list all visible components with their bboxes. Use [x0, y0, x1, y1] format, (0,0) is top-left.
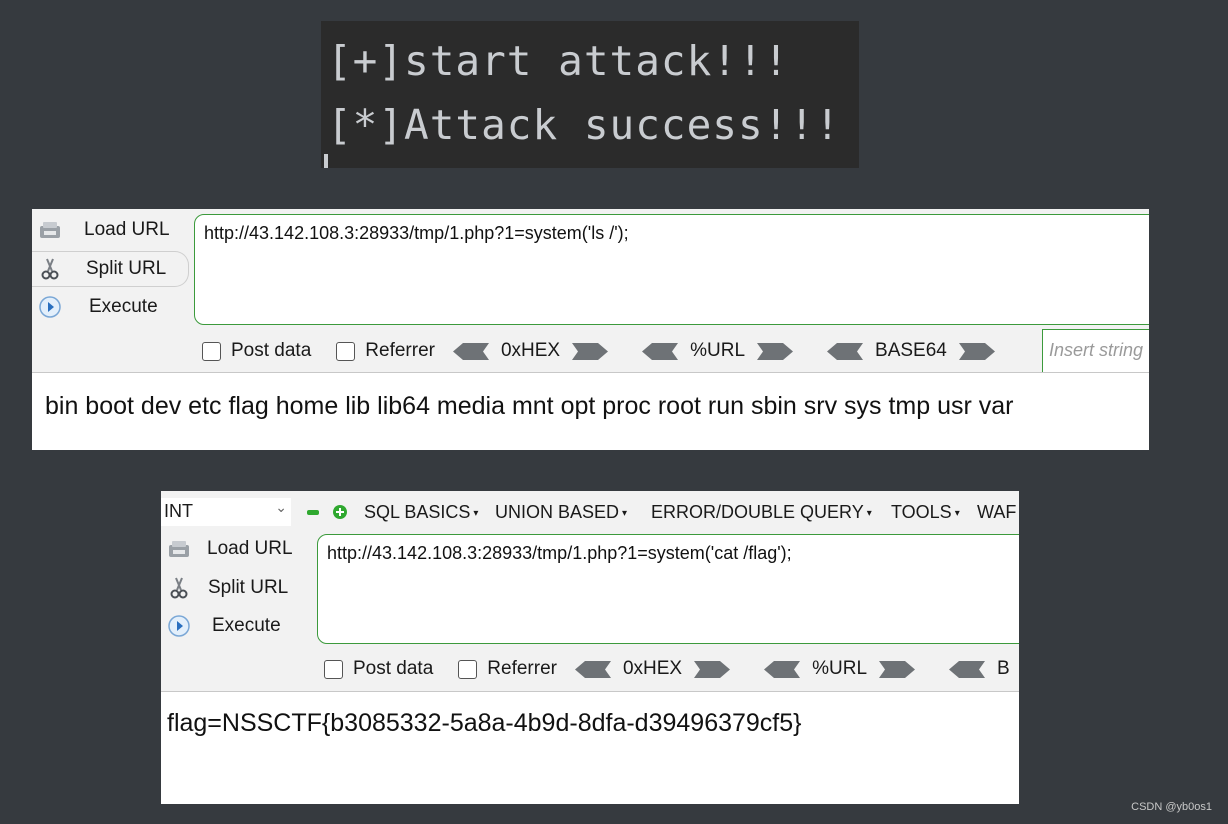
- urlenc-label: %URL: [690, 340, 746, 361]
- plus-icon[interactable]: [333, 505, 347, 519]
- hackbar-panel-flag: INT ⌄ SQL BASICS ▾ UNION BASED ▾ ERROR/DOU…: [161, 491, 1019, 804]
- menu-error-label: ERROR/DOUBLE QUERY: [651, 502, 864, 522]
- base64-label: BASE64: [875, 340, 947, 361]
- url-encoder: %URL: [642, 340, 794, 362]
- post-data-box[interactable]: [202, 341, 221, 361]
- execute-label: Execute: [89, 296, 158, 317]
- hackbar-menubar: INT ⌄ SQL BASICS ▾ UNION BASED ▾ ERROR/DOU…: [161, 491, 1019, 533]
- url-decode-arrow-icon[interactable]: [642, 342, 679, 360]
- play-icon: [39, 296, 61, 318]
- url-encode-arrow-icon[interactable]: [757, 342, 794, 360]
- load-url-icon: [169, 541, 189, 557]
- execute-button[interactable]: Execute: [32, 290, 192, 324]
- url-textarea[interactable]: http://43.142.108.3:28933/tmp/1.php?1=sy…: [194, 214, 1149, 325]
- post-data-checkbox[interactable]: Post data: [202, 340, 311, 362]
- base64-encode-arrow-icon[interactable]: [958, 342, 995, 360]
- options-row: Post data Referrer 0xHEX %URL B: [324, 655, 1019, 683]
- referrer-checkbox[interactable]: Referrer: [336, 340, 435, 362]
- scissors-icon: [41, 258, 59, 280]
- menu-union-label: UNION BASED: [495, 502, 620, 522]
- caret-icon: ▾: [622, 507, 628, 519]
- split-url-label: Split URL: [86, 258, 167, 279]
- scissors-icon: [170, 577, 188, 599]
- urlenc-label: %URL: [812, 658, 868, 679]
- menu-tools-label: TOOLS: [891, 502, 952, 522]
- menu-sql-basics[interactable]: SQL BASICS ▾: [364, 502, 478, 523]
- chevron-down-icon: ⌄: [275, 499, 287, 515]
- post-data-label: Post data: [231, 340, 312, 361]
- split-url-label: Split URL: [208, 577, 289, 598]
- insert-string-placeholder: Insert string: [1049, 340, 1144, 360]
- type-select[interactable]: INT ⌄: [161, 498, 291, 526]
- caret-icon: ▾: [954, 507, 960, 519]
- base64-encoder: B: [949, 658, 1019, 680]
- referrer-box[interactable]: [458, 659, 478, 679]
- hex-decode-arrow-icon[interactable]: [452, 342, 489, 360]
- insert-string-input[interactable]: Insert string: [1042, 329, 1149, 373]
- caret-icon: ▾: [866, 507, 872, 519]
- load-url-button[interactable]: Load URL: [161, 532, 311, 566]
- post-data-box[interactable]: [324, 659, 343, 679]
- execute-button[interactable]: Execute: [161, 609, 311, 643]
- menu-sql-basics-label: SQL BASICS: [364, 502, 471, 522]
- hex-encode-arrow-icon[interactable]: [694, 660, 731, 678]
- referrer-label: Referrer: [365, 340, 435, 361]
- terminal-output: [+]start attack!!! [*]Attack success!!!: [321, 21, 859, 168]
- base64-decode-arrow-icon[interactable]: [827, 342, 864, 360]
- load-url-label: Load URL: [84, 219, 170, 240]
- post-data-checkbox[interactable]: Post data: [324, 658, 433, 680]
- hex-encoder: 0xHEX: [574, 658, 731, 680]
- load-url-icon: [40, 222, 60, 238]
- url-decode-arrow-icon[interactable]: [764, 660, 801, 678]
- caret-icon: ▾: [473, 507, 479, 519]
- play-icon: [168, 615, 190, 637]
- url-text: http://43.142.108.3:28933/tmp/1.php?1=sy…: [327, 543, 792, 563]
- hex-label: 0xHEX: [622, 658, 683, 679]
- menu-waf[interactable]: WAF: [977, 502, 1016, 523]
- menu-tools[interactable]: TOOLS ▾: [891, 502, 960, 523]
- referrer-checkbox[interactable]: Referrer: [458, 658, 557, 680]
- hackbar-toolbar: Load URL Split URL Execute http://43.142…: [32, 209, 1149, 373]
- type-select-value: INT: [164, 501, 193, 521]
- hex-encoder: 0xHEX: [452, 340, 609, 362]
- menu-waf-label: WAF: [977, 502, 1017, 522]
- split-url-button[interactable]: Split URL: [161, 571, 311, 605]
- split-url-button[interactable]: Split URL: [32, 251, 189, 287]
- load-url-label: Load URL: [207, 538, 293, 559]
- url-textarea[interactable]: http://43.142.108.3:28933/tmp/1.php?1=sy…: [317, 534, 1019, 644]
- url-encoder: %URL: [764, 658, 916, 680]
- options-row: Post data Referrer 0xHEX %URL BASE64: [202, 337, 995, 365]
- base64-decode-arrow-icon[interactable]: [949, 660, 986, 678]
- hackbar-panel-ls: Load URL Split URL Execute http://43.142…: [32, 209, 1149, 450]
- terminal-line-success: [*]Attack success!!!: [327, 101, 841, 149]
- watermark: CSDN @yb0os1: [1131, 801, 1212, 813]
- hackbar-toolbar: INT ⌄ SQL BASICS ▾ UNION BASED ▾ ERROR/DOU…: [161, 491, 1019, 692]
- url-encode-arrow-icon[interactable]: [879, 660, 916, 678]
- hex-label: 0xHEX: [500, 340, 561, 361]
- referrer-box[interactable]: [336, 341, 356, 361]
- load-url-button[interactable]: Load URL: [32, 213, 192, 247]
- hex-encode-arrow-icon[interactable]: [572, 342, 609, 360]
- execute-label: Execute: [212, 615, 281, 636]
- terminal-line-start: [+]start attack!!!: [327, 37, 790, 85]
- referrer-label: Referrer: [487, 658, 557, 679]
- post-data-label: Post data: [353, 658, 434, 679]
- menu-union-based[interactable]: UNION BASED ▾: [495, 502, 627, 523]
- response-body: flag=NSSCTF{b3085332-5a8a-4b9d-8dfa-d394…: [167, 709, 802, 737]
- base64-encoder: BASE64: [827, 340, 995, 362]
- base64-label: B: [997, 658, 1010, 679]
- url-text: http://43.142.108.3:28933/tmp/1.php?1=sy…: [204, 223, 629, 243]
- response-body: bin boot dev etc flag home lib lib64 med…: [45, 392, 1014, 420]
- hex-decode-arrow-icon[interactable]: [574, 660, 611, 678]
- menu-error-double-query[interactable]: ERROR/DOUBLE QUERY ▾: [651, 502, 872, 523]
- terminal-cursor: [324, 154, 328, 168]
- minus-icon[interactable]: [307, 510, 319, 515]
